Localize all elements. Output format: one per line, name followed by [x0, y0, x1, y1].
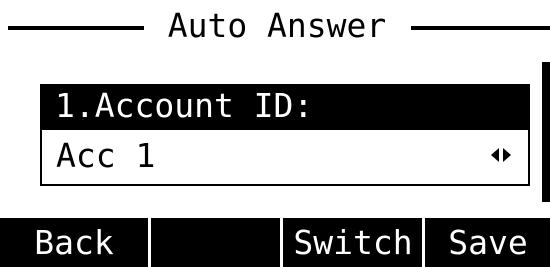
account-id-value: Acc 1: [56, 136, 156, 175]
save-softkey[interactable]: Save: [426, 218, 550, 267]
softkey-divider: [148, 218, 151, 267]
empty-softkey[interactable]: [152, 218, 280, 267]
account-id-selector[interactable]: Acc 1: [40, 128, 530, 186]
softkey-bar: Back Switch Save: [0, 218, 550, 267]
phone-screen: Auto Answer 1.Account ID: Acc 1 Back Swi…: [0, 0, 550, 267]
switch-softkey[interactable]: Switch: [284, 218, 422, 267]
scrollbar[interactable]: [542, 62, 550, 202]
title-divider-left: [8, 26, 144, 30]
title-divider-right: [411, 26, 550, 30]
softkey-divider: [280, 218, 283, 267]
page-title: Auto Answer: [167, 6, 387, 45]
softkey-divider: [422, 218, 425, 267]
back-softkey[interactable]: Back: [0, 218, 148, 267]
left-right-arrows-icon[interactable]: [490, 144, 512, 166]
account-id-item-label-bar[interactable]: 1.Account ID:: [40, 84, 530, 128]
account-id-label: 1.Account ID:: [55, 86, 314, 125]
